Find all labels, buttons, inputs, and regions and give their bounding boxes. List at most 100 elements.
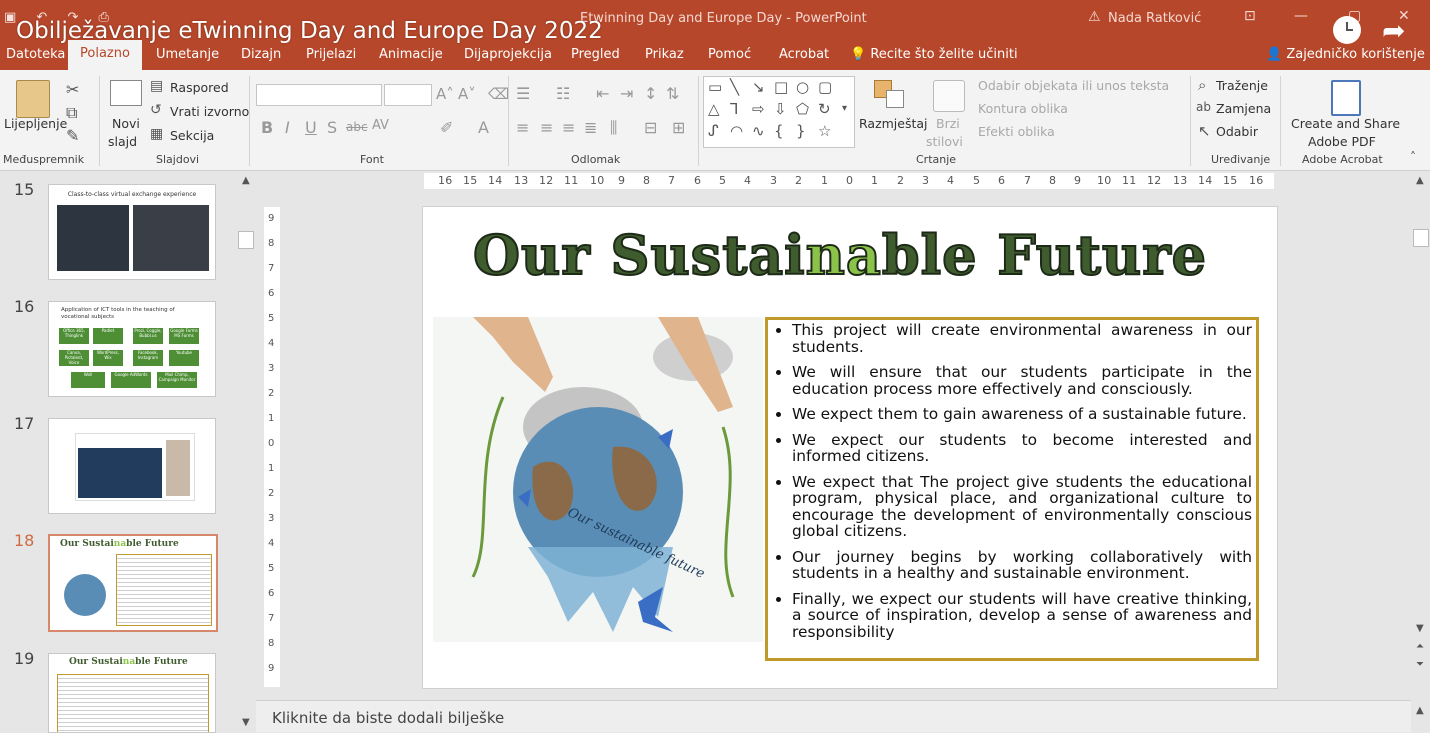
minimize-icon[interactable]: — — [1294, 8, 1308, 24]
shadow-icon[interactable]: S — [327, 118, 337, 137]
font-size-box[interactable] — [384, 84, 432, 106]
tab-view[interactable]: Prikaz — [645, 47, 684, 62]
clock-icon[interactable] — [1333, 16, 1361, 44]
new-slide-icon[interactable] — [110, 80, 142, 106]
share-button[interactable]: 👤 Zajedničko korištenje — [1266, 47, 1425, 62]
paste-icon[interactable] — [16, 80, 50, 118]
tab-home[interactable]: Polazno — [68, 40, 142, 70]
quick-styles-label-1[interactable]: Brzi — [936, 116, 960, 131]
section-icon[interactable]: ▦ — [150, 126, 163, 142]
replace-button[interactable]: Zamjena — [1216, 101, 1271, 116]
tab-acrobat[interactable]: Acrobat — [779, 47, 829, 62]
left-brace-shape-icon[interactable]: { — [774, 122, 784, 140]
quick-styles-icon[interactable] — [933, 80, 965, 112]
arrange-button[interactable]: Razmještaj — [859, 116, 928, 131]
triangle-shape-icon[interactable]: △ — [708, 100, 720, 118]
scroll-down-icon[interactable]: ▼ — [1416, 623, 1424, 634]
bullet-item[interactable]: This project will create environmental a… — [792, 322, 1252, 355]
shape-outline-button[interactable]: Kontura oblika — [978, 101, 1068, 116]
pentagon-shape-icon[interactable]: ⬠ — [796, 100, 809, 118]
scroll-up-icon[interactable]: ▲ — [1416, 175, 1424, 186]
ribbon-options-icon[interactable]: ⊡ — [1244, 8, 1256, 24]
tab-review[interactable]: Pregled — [571, 47, 620, 62]
tell-me-search[interactable]: 💡 Recite što želite učiniti — [850, 47, 1018, 62]
wave-shape-icon[interactable]: ∿ — [752, 122, 765, 140]
gallery-more-icon[interactable]: ▾ — [842, 103, 847, 114]
arrow-down-shape-icon[interactable]: ⇩ — [774, 100, 787, 118]
scroll-up-icon[interactable]: ▲ — [242, 175, 250, 186]
slide-thumbnail-16[interactable]: Application of ICT tools in the teaching… — [48, 301, 216, 397]
grow-font-icon[interactable]: A˄ — [436, 85, 454, 103]
notes-pane[interactable]: Kliknite da biste dodali bilješke — [256, 700, 1411, 732]
bold-icon[interactable]: B — [261, 118, 273, 137]
increase-indent-icon[interactable]: ⇥ — [620, 84, 633, 103]
find-button[interactable]: Traženje — [1216, 78, 1268, 93]
italic-icon[interactable]: I — [285, 118, 290, 137]
slide-canvas[interactable]: Our Sustainable Future Our sustainable f… — [422, 206, 1278, 689]
bullet-item[interactable]: We expect that The project give students… — [792, 473, 1252, 540]
slide-thumbnail-19[interactable]: Our Sustainable Future — [48, 653, 216, 733]
share-arrow-icon[interactable]: ➦ — [1382, 14, 1405, 47]
arc-shape-icon[interactable]: ◠ — [730, 122, 743, 140]
rounded-rect-shape-icon[interactable]: ▢ — [818, 78, 832, 96]
scroll-thumb[interactable] — [1413, 229, 1429, 247]
collapse-ribbon-icon[interactable]: ˄ — [1410, 150, 1416, 164]
underline-icon[interactable]: U — [305, 118, 317, 137]
slide-thumbnail-17[interactable] — [48, 418, 216, 514]
slide-textbox[interactable]: This project will create environmental a… — [765, 317, 1259, 661]
align-right-icon[interactable]: ≡ — [562, 118, 575, 137]
line-spacing-icon[interactable]: ↕ — [644, 84, 657, 103]
highlight-icon[interactable]: ✐ — [440, 118, 453, 137]
tab-slideshow[interactable]: Dijaprojekcija — [464, 47, 552, 62]
numbering-icon[interactable]: ☷ — [556, 84, 570, 103]
clear-format-icon[interactable]: ⌫ — [488, 85, 509, 103]
thumbnail-scrollbar[interactable]: ▲ ▼ — [238, 171, 254, 731]
new-slide-label-1[interactable]: Novi — [112, 116, 140, 131]
star-shape-icon[interactable]: ☆ — [818, 122, 831, 140]
columns-icon[interactable]: ⫼ — [610, 118, 617, 138]
rectangle-shape-icon[interactable]: □ — [774, 78, 788, 96]
strikethrough-icon[interactable]: abc — [346, 120, 368, 134]
quick-styles-label-2[interactable]: stilovi — [926, 134, 963, 149]
replace-icon[interactable]: ab — [1196, 100, 1211, 114]
arrow-right-shape-icon[interactable]: ⇨ — [752, 100, 765, 118]
right-brace-shape-icon[interactable]: } — [796, 122, 806, 140]
cut-icon[interactable]: ✂ — [66, 80, 79, 99]
oval-shape-icon[interactable]: ○ — [796, 78, 809, 96]
tab-design[interactable]: Dizajn — [241, 47, 281, 62]
earth-hands-illustration[interactable]: Our sustainable future — [433, 317, 763, 642]
vertical-ruler[interactable]: 9 8 7 6 5 4 3 2 1 0 1 2 3 4 5 6 7 8 9 — [264, 207, 280, 687]
notes-placeholder[interactable]: Kliknite da biste dodali bilješke — [272, 709, 504, 727]
user-name[interactable]: Nada Ratković — [1108, 11, 1201, 26]
find-icon[interactable]: ⌕ — [1198, 76, 1206, 94]
section-button[interactable]: Sekcija — [170, 128, 214, 143]
shrink-font-icon[interactable]: A˅ — [458, 85, 476, 103]
bullet-item[interactable]: We expect them to gain awareness of a su… — [792, 406, 1252, 423]
scroll-down-icon[interactable]: ▼ — [242, 717, 250, 728]
shapes-gallery[interactable]: ▭ ╲ ↘ □ ○ ▢ △ ⅂ ⇨ ⇩ ⬠ ↻ ᔑ ◠ ∿ { } ☆ ▾ — [703, 76, 855, 148]
slide-thumbnail-18[interactable]: Our Sustainable Future — [48, 534, 218, 632]
decrease-indent-icon[interactable]: ⇤ — [596, 84, 609, 103]
shape-effects-button[interactable]: Efekti oblika — [978, 124, 1055, 139]
font-name-box[interactable] — [256, 84, 382, 106]
text-direction-icon[interactable]: ⇅ — [666, 84, 679, 103]
layout-icon[interactable]: ▤ — [150, 78, 163, 94]
connector-shape-icon[interactable]: ⅂ — [730, 100, 738, 118]
char-spacing-icon[interactable]: AV — [372, 118, 389, 133]
new-slide-label-2[interactable]: slajd — [108, 134, 137, 149]
create-pdf-label-2[interactable]: Adobe PDF — [1308, 134, 1376, 149]
layout-button[interactable]: Raspored — [170, 80, 229, 95]
tab-insert[interactable]: Umetanje — [156, 47, 219, 62]
slide-scrollbar[interactable]: ▲ ▼ ⏶ ⏷ ▲ — [1412, 171, 1430, 731]
select-button[interactable]: Odabir — [1216, 124, 1258, 139]
notes-scroll-up-icon[interactable]: ▲ — [1416, 705, 1424, 716]
line-shape-icon[interactable]: ╲ — [730, 78, 739, 96]
bullet-item[interactable]: We expect our students to become interes… — [792, 431, 1252, 465]
justify-icon[interactable]: ≣ — [584, 118, 597, 137]
next-slide-icon[interactable]: ⏷ — [1416, 659, 1424, 670]
tab-transitions[interactable]: Prijelazi — [306, 47, 356, 62]
align-center-icon[interactable]: ≡ — [540, 118, 553, 137]
slide-title[interactable]: Our Sustainable Future — [472, 222, 1207, 293]
bullet-item[interactable]: Our journey begins by working collaborat… — [792, 548, 1252, 582]
tab-help[interactable]: Pomoć — [708, 47, 751, 62]
